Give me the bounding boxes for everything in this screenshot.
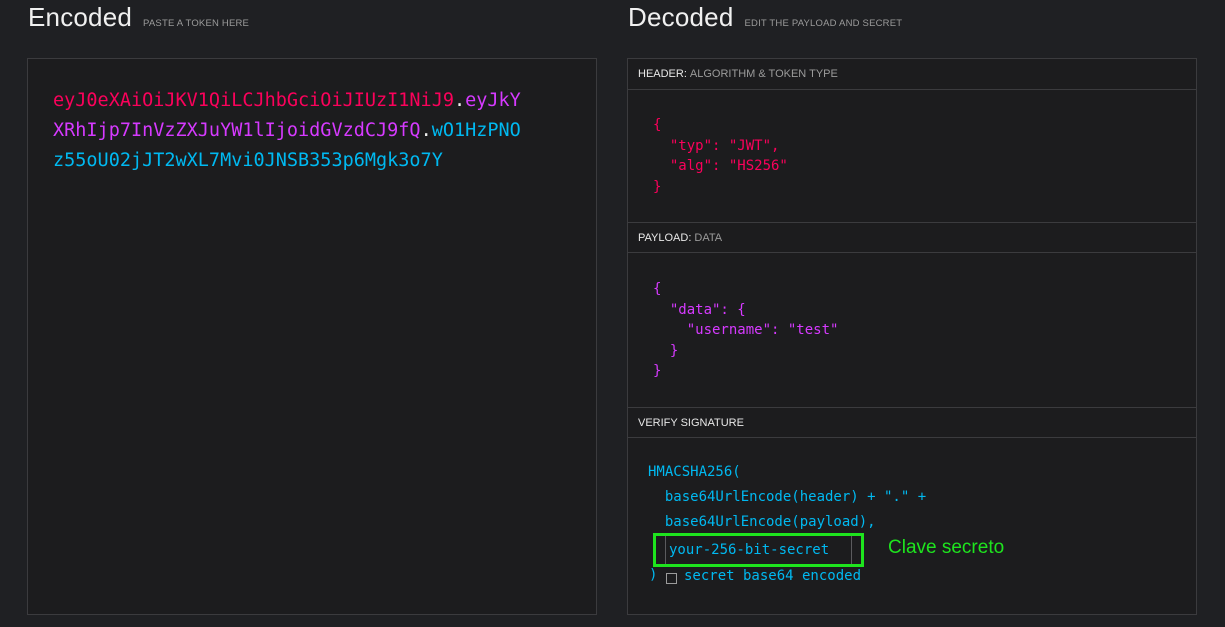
- header-json-editor[interactable]: { "typ": "JWT", "alg": "HS256" }: [653, 115, 788, 197]
- payload-section-sublabel: DATA: [694, 232, 723, 244]
- decoded-heading: Decoded EDIT THE PAYLOAD AND SECRET: [628, 2, 902, 33]
- header-section-label: HEADER:: [638, 68, 687, 80]
- decoded-title: Decoded: [628, 2, 734, 32]
- payload-section-label: PAYLOAD:: [638, 232, 692, 244]
- header-section-title: HEADER: ALGORITHM & TOKEN TYPE: [628, 59, 1196, 90]
- encoded-token-text[interactable]: eyJ0eXAiOiJKV1QiLCJhbGciOiJIUzI1NiJ9.eyJ…: [53, 86, 528, 176]
- signature-code: HMACSHA256( base64UrlEncode(header) + ".…: [648, 464, 927, 530]
- token-header-part: eyJ0eXAiOiJKV1QiLCJhbGciOiJIUzI1NiJ9: [53, 90, 454, 111]
- payload-json-editor[interactable]: { "data": { "username": "test" } }: [653, 279, 838, 382]
- signature-close-paren: ): [649, 567, 658, 583]
- base64-encoded-label[interactable]: secret base64 encoded: [684, 568, 861, 584]
- decoded-panel: HEADER: ALGORITHM & TOKEN TYPE { "typ": "…: [627, 58, 1197, 615]
- encoded-heading: Encoded PASTE A TOKEN HERE: [28, 2, 249, 33]
- secret-input[interactable]: [665, 536, 852, 564]
- header-section-sublabel: ALGORITHM & TOKEN TYPE: [689, 68, 838, 80]
- token-separator: .: [420, 120, 432, 141]
- signature-section-title: VERIFY SIGNATURE: [628, 407, 1196, 438]
- encoded-token-panel[interactable]: eyJ0eXAiOiJKV1QiLCJhbGciOiJIUzI1NiJ9.eyJ…: [27, 58, 597, 615]
- encoded-title: Encoded: [28, 2, 133, 32]
- signature-section-label: VERIFY SIGNATURE: [638, 417, 744, 429]
- payload-section-title: PAYLOAD: DATA: [628, 222, 1196, 253]
- base64-encoded-checkbox[interactable]: [666, 573, 677, 584]
- secret-annotation-label: Clave secreto: [888, 537, 1005, 558]
- token-separator: .: [453, 90, 466, 111]
- decoded-subtitle: EDIT THE PAYLOAD AND SECRET: [744, 18, 903, 29]
- encoded-subtitle: PASTE A TOKEN HERE: [143, 18, 250, 29]
